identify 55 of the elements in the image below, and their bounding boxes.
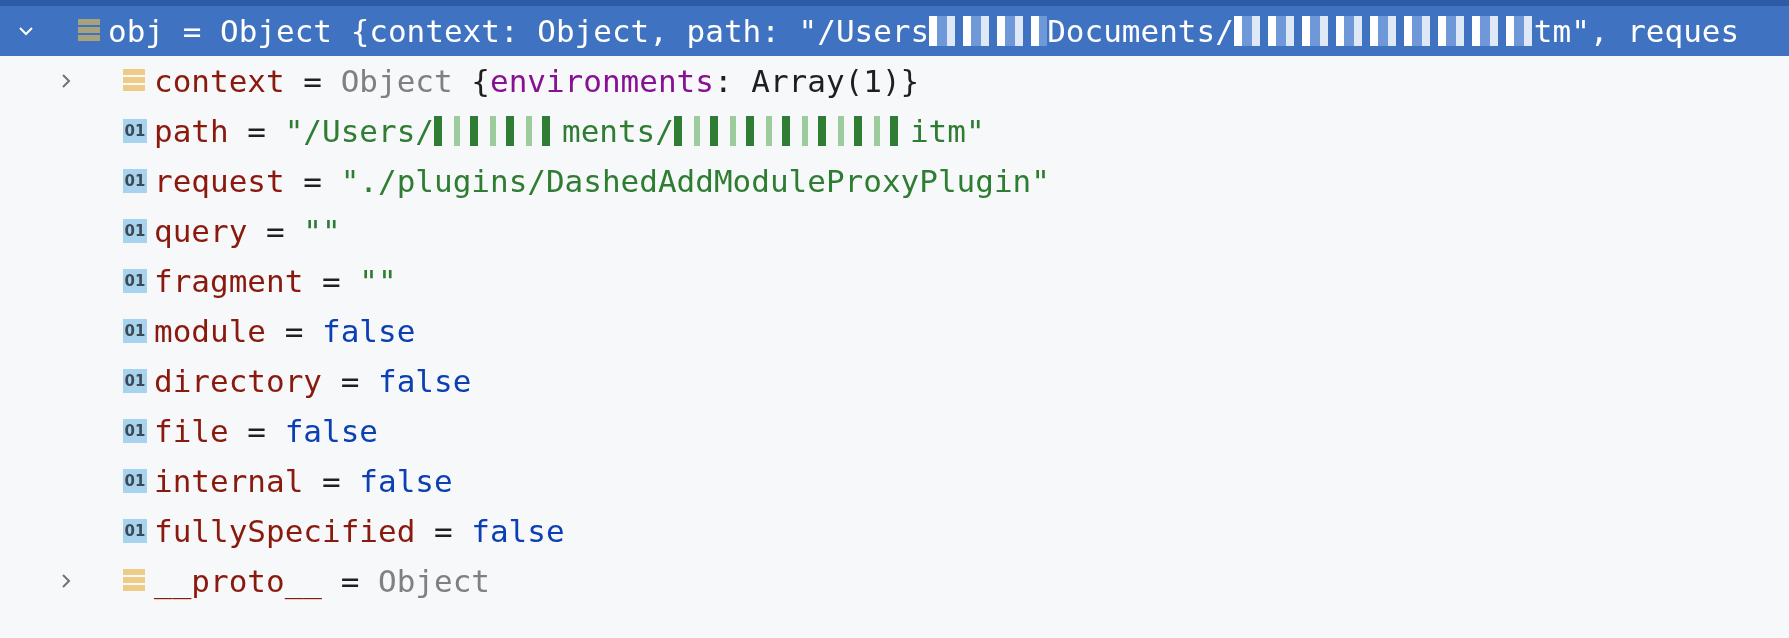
primitive-badge: 01 (123, 419, 147, 443)
value-text: : Array(1)} (713, 62, 920, 101)
stack-icon (123, 69, 145, 93)
variable-name: context (154, 62, 285, 101)
equals-sign: = (339, 562, 361, 601)
variable-name: __proto__ (154, 562, 322, 602)
equals-sign: = (302, 162, 323, 201)
tree-row[interactable]: obj = Object {context: Object, path: "/Users Documents/ tm", reques (0, 6, 1789, 56)
primitive-badge: 01 (123, 319, 147, 343)
equals-sign: = (246, 412, 267, 451)
string-value: "" (359, 262, 397, 301)
value-summary: = Object {context: Object, path: "/Users (182, 12, 930, 51)
property-name: environments (489, 62, 714, 101)
primitive-badge: 01 (123, 119, 147, 143)
equals-sign: = (283, 312, 305, 351)
variable-name: request (154, 162, 285, 201)
string-value: "./plugins/DashedAddModuleProxyPlugin" (340, 162, 1050, 201)
string-value: ments/ (561, 112, 674, 151)
primitive-badge: 01 (123, 269, 147, 293)
string-value: "/Users/ (284, 112, 434, 151)
variable-name: fragment (154, 262, 304, 301)
equals-sign: = (246, 112, 267, 151)
variable-name: fullySpecified (154, 512, 416, 551)
primitive-badge: 01 (123, 169, 147, 193)
value-type: Object (378, 562, 490, 601)
equals-sign: = (320, 262, 342, 301)
equals-sign: = (432, 512, 454, 551)
value-text: { (470, 62, 490, 101)
primitive-badge: 01 (123, 219, 147, 243)
stack-icon (78, 19, 100, 43)
variable-name: obj (108, 12, 165, 51)
primitive-badge: 01 (123, 469, 147, 493)
stack-icon (123, 569, 145, 593)
string-value: itm" (909, 112, 985, 151)
boolean-value: false (322, 312, 416, 351)
value-type: Object (340, 62, 453, 101)
boolean-value: false (471, 512, 565, 551)
equals-sign: = (339, 362, 361, 401)
boolean-value: false (359, 462, 453, 501)
variable-name: file (154, 412, 229, 451)
equals-sign: = (265, 212, 286, 251)
primitive-badge: 01 (123, 519, 147, 543)
variable-name: internal (154, 462, 304, 501)
variable-name: query (154, 212, 248, 251)
variable-name: directory (154, 362, 322, 401)
variable-name: module (154, 312, 266, 351)
equals-sign: = (320, 462, 342, 501)
boolean-value: false (378, 362, 472, 401)
value-summary: Documents/ (1047, 12, 1234, 51)
equals-sign: = (302, 62, 323, 101)
boolean-value: false (284, 412, 378, 451)
primitive-badge: 01 (123, 369, 147, 393)
variable-name: path (154, 112, 229, 151)
string-value: "" (303, 212, 341, 251)
value-summary: tm", reques (1533, 12, 1740, 51)
